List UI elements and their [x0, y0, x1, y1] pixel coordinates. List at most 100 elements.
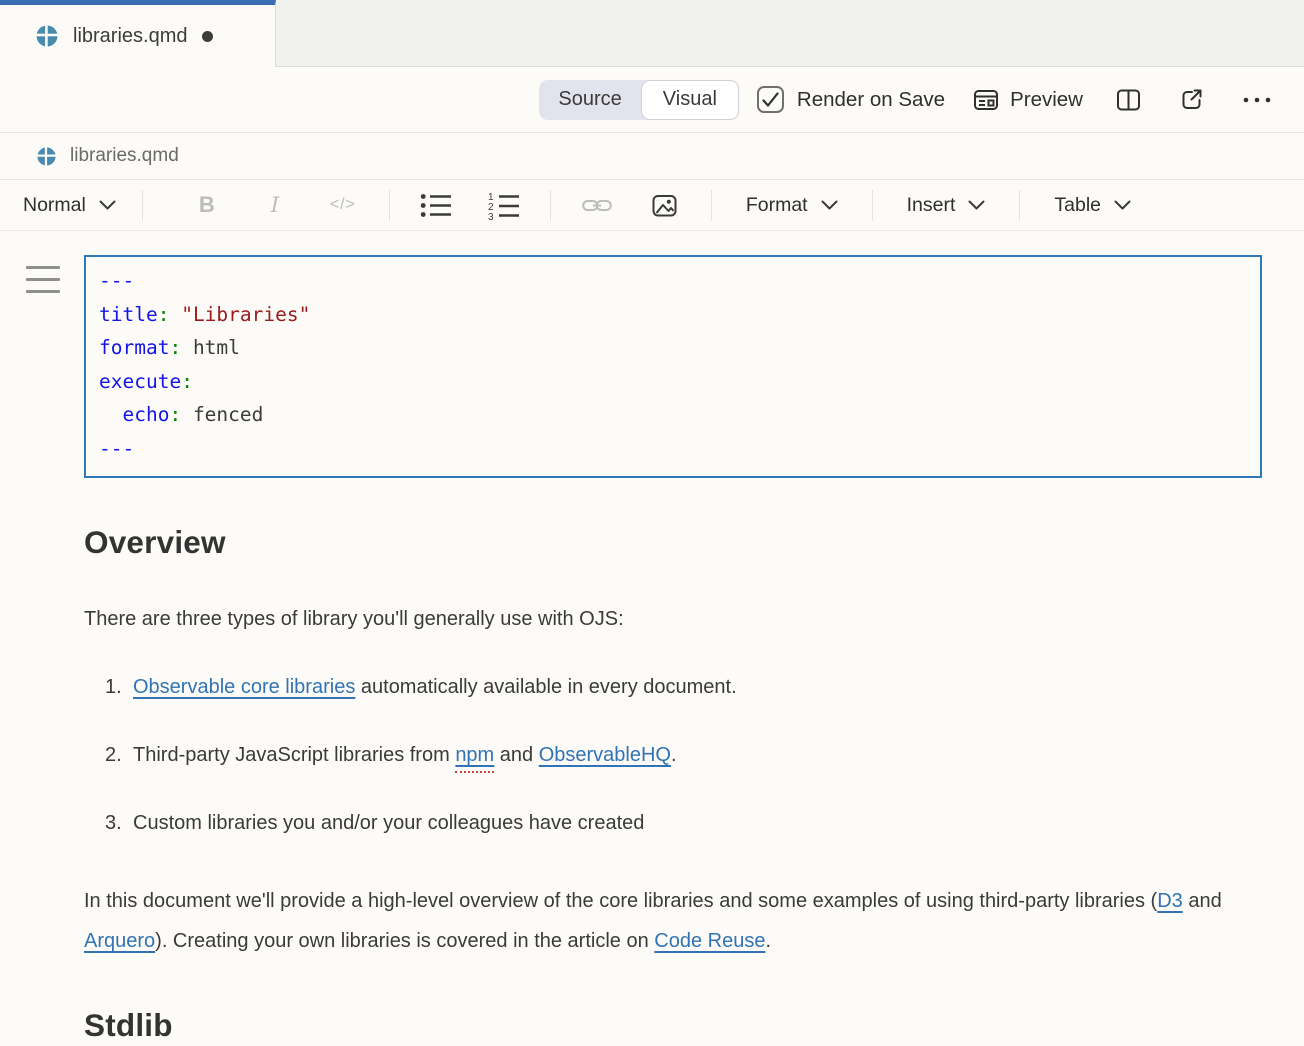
inline-code-button[interactable]: </>: [309, 196, 377, 214]
table-menu[interactable]: Table: [1032, 194, 1153, 217]
doc-text: .: [671, 744, 677, 766]
code-line: title: "Libraries": [99, 298, 1246, 332]
code-token: ---: [99, 269, 134, 292]
ordered-list: 1.Observable core libraries automaticall…: [84, 673, 1262, 837]
code-token: format: [99, 336, 169, 359]
preview-icon: [972, 87, 1000, 113]
list-item[interactable]: 2.Third-party JavaScript libraries from …: [84, 741, 1262, 769]
doc-text: In this document we'll provide a high-le…: [84, 890, 1157, 912]
link-icon: [582, 197, 612, 214]
doc-link[interactable]: ObservableHQ: [539, 744, 671, 766]
format-menu[interactable]: Format: [724, 194, 860, 217]
code-token: :: [169, 336, 181, 359]
open-external-icon[interactable]: [1179, 87, 1205, 113]
doc-link[interactable]: Code Reuse: [654, 930, 765, 952]
image-icon: [651, 193, 678, 218]
doc-text: and: [1183, 890, 1222, 912]
chevron-down-icon: [1114, 200, 1131, 211]
tab-strip: libraries.qmd: [0, 0, 1304, 67]
paragraph-style-label: Normal: [23, 194, 86, 217]
render-on-save-checkbox[interactable]: [757, 86, 784, 113]
code-line: ---: [99, 432, 1246, 466]
link-button[interactable]: [563, 197, 631, 214]
italic-icon: I: [271, 193, 279, 217]
section-heading[interactable]: Overview: [84, 524, 1262, 561]
bullet-list-button[interactable]: [402, 192, 470, 219]
code-icon: </>: [330, 196, 356, 214]
list-item-number: 3.: [84, 809, 133, 837]
code-line: ---: [99, 264, 1246, 298]
code-token: ---: [99, 437, 134, 460]
code-token: :: [169, 403, 181, 426]
editor-toolbar: Source Visual Render on Save Preview: [0, 67, 1304, 133]
quarto-icon: [36, 25, 58, 47]
code-token: "Libraries": [181, 303, 310, 326]
more-actions-icon[interactable]: [1242, 96, 1272, 104]
list-item[interactable]: 3.Custom libraries you and/or your colle…: [84, 809, 1262, 837]
preview-button[interactable]: Preview: [972, 87, 1083, 113]
paragraph-style-dropdown[interactable]: Normal: [23, 194, 116, 217]
doc-text: There are three types of library you'll …: [84, 608, 624, 630]
numbered-list-button[interactable]: 1 2 3: [470, 191, 538, 220]
image-button[interactable]: [631, 193, 699, 218]
code-token: [99, 403, 122, 426]
doc-link[interactable]: Arquero: [84, 930, 155, 952]
paragraph[interactable]: In this document we'll provide a high-le…: [84, 881, 1232, 961]
list-item-text: Custom libraries you and/or your colleag…: [133, 809, 644, 837]
format-toolbar: Normal B I </> 1 2 3: [0, 180, 1304, 231]
italic-button[interactable]: I: [241, 193, 309, 217]
code-token: html: [181, 336, 240, 359]
list-item-number: 2.: [84, 741, 133, 769]
block-drag-handle-icon[interactable]: [26, 266, 60, 302]
quarto-icon: [37, 147, 56, 166]
breadcrumb-file[interactable]: libraries.qmd: [70, 145, 179, 167]
visual-mode-button[interactable]: Visual: [641, 80, 739, 120]
list-item-text: Third-party JavaScript libraries from np…: [133, 741, 677, 769]
paragraph[interactable]: There are three types of library you'll …: [84, 605, 1232, 633]
code-token: execute: [99, 370, 181, 393]
code-line: execute:: [99, 365, 1246, 399]
svg-text:3: 3: [488, 212, 494, 220]
breadcrumb: libraries.qmd: [0, 133, 1304, 180]
source-mode-button[interactable]: Source: [539, 88, 640, 111]
code-line: format: html: [99, 331, 1246, 365]
divider: [550, 190, 551, 221]
bold-icon: B: [199, 192, 215, 218]
preview-label: Preview: [1010, 88, 1083, 112]
divider: [711, 190, 712, 221]
format-menu-label: Format: [746, 194, 808, 217]
divider: [389, 190, 390, 221]
code-token: echo: [122, 403, 169, 426]
code-token: :: [181, 370, 193, 393]
code-token: title: [99, 303, 158, 326]
code-token: [169, 303, 181, 326]
doc-text: automatically available in every documen…: [355, 676, 736, 698]
document-body[interactable]: ---title: "Libraries"format: htmlexecute…: [0, 231, 1304, 1044]
list-item[interactable]: 1.Observable core libraries automaticall…: [84, 673, 1262, 701]
chevron-down-icon: [968, 200, 985, 211]
mode-toggle: Source Visual: [539, 80, 739, 120]
insert-menu-label: Insert: [907, 194, 956, 217]
doc-link[interactable]: D3: [1157, 890, 1183, 912]
tab-title: libraries.qmd: [73, 25, 187, 48]
list-item-text: Observable core libraries automatically …: [133, 673, 737, 701]
yaml-front-matter[interactable]: ---title: "Libraries"format: htmlexecute…: [84, 255, 1262, 478]
doc-link[interactable]: npm: [455, 744, 494, 766]
split-editor-icon[interactable]: [1115, 87, 1142, 113]
doc-text: ). Creating your own libraries is covere…: [155, 930, 654, 952]
tab-libraries-qmd[interactable]: libraries.qmd: [0, 0, 276, 67]
insert-menu[interactable]: Insert: [885, 194, 1008, 217]
yaml-block-wrapper: ---title: "Libraries"format: htmlexecute…: [84, 255, 1262, 478]
bullet-list-icon: [420, 192, 452, 219]
divider: [1019, 190, 1020, 221]
divider: [872, 190, 873, 221]
section-heading[interactable]: Stdlib: [84, 1007, 1262, 1044]
list-item-number: 1.: [84, 673, 133, 701]
numbered-list-icon: 1 2 3: [488, 191, 520, 220]
bold-button[interactable]: B: [173, 192, 241, 218]
divider: [142, 190, 143, 221]
doc-link[interactable]: Observable core libraries: [133, 676, 355, 698]
doc-text: .: [765, 930, 771, 952]
doc-text: Custom libraries you and/or your colleag…: [133, 812, 644, 834]
chevron-down-icon: [821, 200, 838, 211]
